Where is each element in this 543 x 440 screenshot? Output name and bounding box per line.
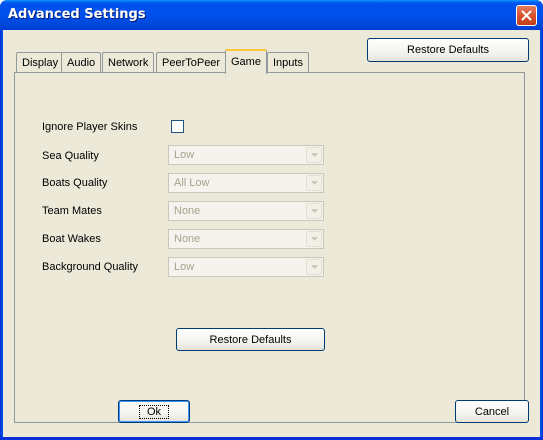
tab-inputs[interactable]: Inputs <box>267 52 309 73</box>
background-quality-select[interactable]: Low <box>168 257 324 277</box>
close-button[interactable] <box>516 5 537 26</box>
tab-network[interactable]: Network <box>102 52 155 73</box>
select-value: None <box>174 205 201 217</box>
cancel-button[interactable]: Cancel <box>455 400 529 423</box>
close-icon <box>521 10 532 21</box>
tab-audio[interactable]: Audio <box>61 52 102 73</box>
top-restore-defaults-button[interactable]: Restore Defaults <box>367 38 529 62</box>
sea-quality-select[interactable]: Low <box>168 145 324 165</box>
dropdown-arrow-icon[interactable] <box>306 203 322 219</box>
button-label: Cancel <box>474 405 510 418</box>
tab-display[interactable]: Display <box>16 52 65 73</box>
tab-label: Display <box>22 57 59 69</box>
select-value: Low <box>174 261 195 273</box>
select-value: None <box>174 233 201 245</box>
dialog-client-area: Display Audio Network PeerToPeer Game In… <box>3 30 540 437</box>
ok-button[interactable]: Ok <box>118 400 190 423</box>
advanced-settings-window: Advanced Settings Display Audio Network … <box>0 0 543 440</box>
background-quality-label: Background Quality <box>42 261 138 273</box>
tab-label: PeerToPeer <box>162 57 221 69</box>
dropdown-arrow-icon[interactable] <box>306 147 322 163</box>
boats-quality-label: Boats Quality <box>42 177 108 189</box>
tab-label: Game <box>231 56 261 68</box>
team-mates-select[interactable]: None <box>168 201 324 221</box>
tab-label: Network <box>108 57 149 69</box>
ignore-player-skins-checkbox[interactable] <box>171 120 184 133</box>
button-label: Restore Defaults <box>407 44 489 56</box>
dropdown-arrow-icon[interactable] <box>306 231 322 247</box>
title-bar[interactable]: Advanced Settings <box>0 0 543 30</box>
select-value: Low <box>174 149 195 161</box>
button-label: Restore Defaults <box>209 333 292 346</box>
game-tab-panel: Ignore Player Skins Sea Quality Low Boat… <box>14 72 525 423</box>
boats-quality-select[interactable]: All Low <box>168 173 324 193</box>
tab-label: Inputs <box>273 57 303 69</box>
team-mates-label: Team Mates <box>42 205 102 217</box>
game-restore-defaults-button[interactable]: Restore Defaults <box>176 328 325 351</box>
window-title: Advanced Settings <box>8 7 146 22</box>
dropdown-arrow-icon[interactable] <box>306 175 322 191</box>
sea-quality-label: Sea Quality <box>42 150 99 162</box>
button-label: Ok <box>138 404 170 419</box>
tab-label: Audio <box>67 57 96 69</box>
boat-wakes-label: Boat Wakes <box>42 233 101 245</box>
tab-game[interactable]: Game <box>225 49 267 74</box>
dropdown-arrow-icon[interactable] <box>306 259 322 275</box>
select-value: All Low <box>174 177 210 189</box>
tab-peertopeer[interactable]: PeerToPeer <box>156 52 227 73</box>
boat-wakes-select[interactable]: None <box>168 229 324 249</box>
ignore-player-skins-label: Ignore Player Skins <box>42 121 138 133</box>
